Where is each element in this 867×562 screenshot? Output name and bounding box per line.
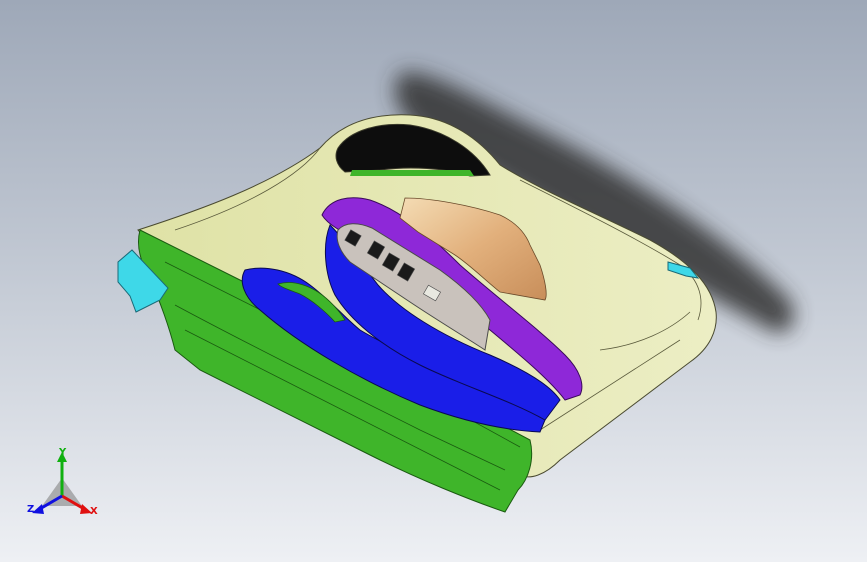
top-opening-green-trim — [350, 170, 474, 176]
z-axis-label: Z — [27, 504, 35, 515]
cad-model-view[interactable] — [0, 0, 867, 562]
graphics-viewport[interactable]: Y Z X — [0, 0, 867, 562]
y-axis-label: Y — [59, 447, 67, 458]
x-axis-label: X — [90, 506, 98, 517]
axis-triad[interactable]: Y Z X — [24, 448, 104, 528]
